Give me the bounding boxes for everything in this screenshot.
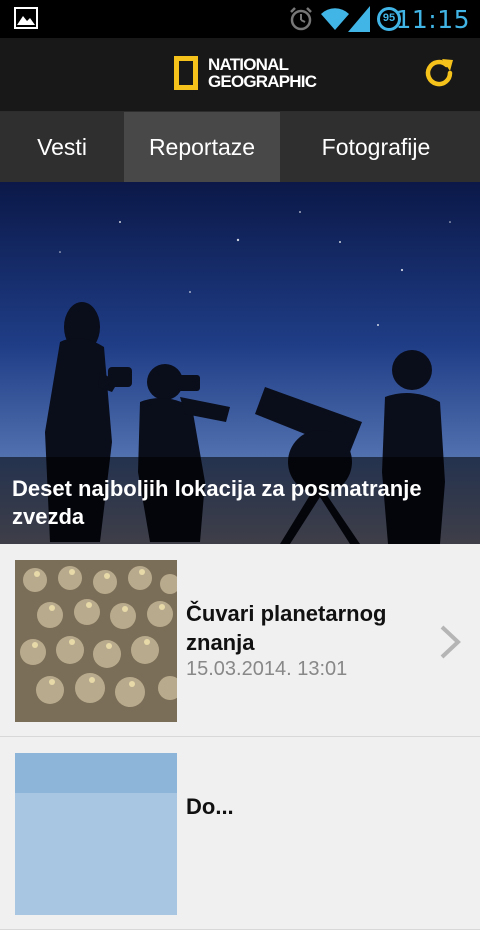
article-date: 15.03.2014. 13:01: [186, 658, 348, 680]
featured-article[interactable]: Deset najboljih lokacija za posmatranje …: [0, 182, 480, 544]
list-item[interactable]: Čuvari planetarnog znanja 15.03.2014. 13…: [0, 544, 480, 737]
logo-yellow-border: [174, 56, 198, 90]
section-tabs: Vesti Reportaze Fotografije: [0, 112, 480, 182]
featured-title: Deset najboljih lokacija za posmatranje …: [12, 476, 422, 529]
article-thumbnail: [15, 753, 177, 915]
logo-text: NATIONAL GEOGRAPHIC: [208, 55, 317, 91]
article-title: Do...: [186, 794, 234, 819]
alarm-icon: [290, 7, 312, 31]
signal-icon: [348, 6, 370, 32]
featured-caption-overlay: Deset najboljih lokacija za posmatranje …: [0, 457, 480, 544]
chevron-right-icon: [440, 625, 461, 659]
tab-fotografije[interactable]: Fotografije: [280, 112, 472, 182]
status-bar: 95 11:15: [0, 0, 480, 38]
article-list: Čuvari planetarnog znanja 15.03.2014. 13…: [0, 544, 480, 930]
tab-reportaze[interactable]: Reportaze: [124, 112, 280, 182]
wifi-icon: [321, 8, 349, 30]
refresh-icon[interactable]: [422, 56, 456, 90]
national-geographic-logo: NATIONAL GEOGRAPHIC: [174, 56, 317, 94]
logo-line-2: GEOGRAPHIC: [208, 72, 317, 91]
list-item[interactable]: Do...: [0, 737, 480, 930]
app-header: NATIONAL GEOGRAPHIC: [0, 38, 480, 112]
logo-line-1: NATIONAL: [208, 55, 289, 74]
status-clock: 11:15: [395, 5, 470, 34]
image-notification-icon: [14, 7, 38, 29]
tab-vesti[interactable]: Vesti: [0, 112, 124, 182]
article-thumbnail: [15, 560, 177, 722]
article-title: Čuvari planetarnog znanja: [186, 601, 387, 655]
